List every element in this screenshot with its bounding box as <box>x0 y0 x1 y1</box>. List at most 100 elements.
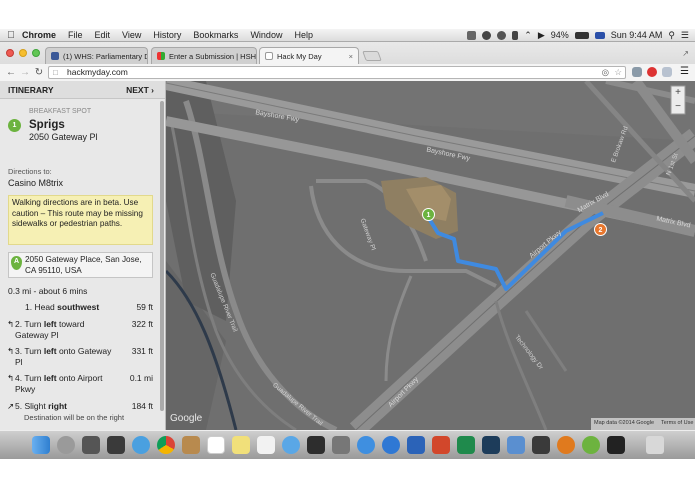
battery-percent[interactable]: 94% <box>551 30 569 40</box>
vlc-icon[interactable] <box>557 436 575 454</box>
sublime-icon[interactable] <box>532 436 550 454</box>
sync-icon[interactable] <box>482 30 492 40</box>
beta-warning: Walking directions are in beta. Use caut… <box>8 195 153 245</box>
itinerary-sidebar: ITINERARY NEXT › 1 BREAKFAST SPOT Sprigs… <box>0 81 166 430</box>
tab-whs[interactable]: (1) WHS: Parliamentary De × <box>45 47 148 64</box>
tab-hackmyday[interactable]: Hack My Day × <box>259 47 359 64</box>
photo-booth-icon[interactable] <box>332 436 350 454</box>
menu-icon[interactable]: ☰ <box>680 66 689 77</box>
menu-bookmarks[interactable]: Bookmarks <box>193 30 238 40</box>
turn-left-icon: ↰ <box>7 319 15 329</box>
step-number: 3. <box>15 346 23 356</box>
macos-dock <box>0 430 695 459</box>
spot-name: Sprigs <box>29 119 65 131</box>
map-view[interactable]: Bayshore Fwy Bayshore Fwy Matrix Blvd Ma… <box>166 81 695 430</box>
tab-title: Hack My Day <box>277 51 322 61</box>
step-text: 5. Slight right <box>15 401 119 412</box>
sidebar-scrollbar[interactable] <box>160 101 164 411</box>
excel-icon[interactable] <box>457 436 475 454</box>
itinerary-header: ITINERARY NEXT › <box>0 81 165 99</box>
extension-icon[interactable] <box>662 67 672 77</box>
reload-icon[interactable]: ↻ <box>32 67 46 78</box>
page-icon <box>265 52 273 60</box>
browser-toolbar: ← → ↻ □ hackmyday.com ◎ ☆ ☰ <box>0 64 695 81</box>
system-preferences-icon[interactable] <box>57 436 75 454</box>
clock[interactable]: Sun 9:44 AM <box>611 30 663 40</box>
turn-left-icon: ↰ <box>7 346 15 356</box>
xcode-icon[interactable] <box>507 436 525 454</box>
step-pre: Turn <box>24 346 44 356</box>
google-logo[interactable]: Google <box>170 413 202 424</box>
menu-history[interactable]: History <box>153 30 181 40</box>
menu-app-chrome[interactable]: Chrome <box>22 30 56 40</box>
terminal-icon[interactable] <box>607 436 625 454</box>
menu-view[interactable]: View <box>122 30 141 40</box>
minimize-window-icon[interactable] <box>19 49 27 57</box>
step-text: 4. Turn left onto Airport Pkwy <box>15 373 119 395</box>
notification-icon[interactable]: ☰ <box>681 30 689 41</box>
calendar-icon[interactable] <box>207 436 225 454</box>
new-tab-button[interactable] <box>362 51 382 61</box>
zoom-out-button[interactable]: − <box>671 100 685 114</box>
contacts-icon[interactable] <box>182 436 200 454</box>
directions-label: Directions to: <box>8 167 52 176</box>
spot-address: 2050 Gateway Pl <box>29 132 98 142</box>
apple-menu-icon[interactable]:  <box>0 30 22 41</box>
chrome-icon[interactable] <box>157 436 175 454</box>
bookmark-star-icon[interactable]: ☆ <box>614 67 622 78</box>
time-machine-icon[interactable] <box>497 30 507 40</box>
spotify-icon[interactable] <box>582 436 600 454</box>
notes-icon[interactable] <box>232 436 250 454</box>
flag-icon[interactable] <box>594 31 605 39</box>
step-number: 1. <box>25 302 33 312</box>
map-marker-start[interactable]: 1 <box>422 208 435 221</box>
forward-icon[interactable]: → <box>18 67 32 78</box>
start-address: 2050 Gateway Place, San Jose, CA 95110, … <box>25 255 142 275</box>
app-store-icon[interactable] <box>382 436 400 454</box>
menu-help[interactable]: Help <box>294 30 313 40</box>
close-window-icon[interactable] <box>6 49 14 57</box>
map-marker-a-icon: A <box>11 256 22 270</box>
step-number: 5. <box>15 401 23 411</box>
terms-link[interactable]: Terms of Use <box>661 420 693 426</box>
menu-file[interactable]: File <box>68 30 83 40</box>
map-marker-end[interactable]: 2 <box>594 223 607 236</box>
zoom-window-icon[interactable] <box>32 49 40 57</box>
spot-badge: 1 <box>8 119 21 132</box>
turn-left-icon: ↰ <box>7 373 15 383</box>
adblock-icon[interactable] <box>647 67 657 77</box>
messages-icon[interactable] <box>282 436 300 454</box>
menu-edit[interactable]: Edit <box>95 30 111 40</box>
bluetooth-icon[interactable] <box>512 30 519 40</box>
step-distance: 59 ft <box>136 302 153 312</box>
reminders-icon[interactable] <box>257 436 275 454</box>
close-tab-icon[interactable]: × <box>349 52 353 61</box>
back-icon[interactable]: ← <box>4 67 18 78</box>
spotlight-icon[interactable]: ⚲ <box>668 30 675 41</box>
volume-icon[interactable]: ▶ <box>538 30 545 41</box>
wifi-icon[interactable]: ⌃ <box>524 30 532 41</box>
battery-icon[interactable] <box>574 31 589 39</box>
dropbox-icon[interactable] <box>467 30 477 40</box>
itunes-icon[interactable] <box>357 436 375 454</box>
launchpad-icon[interactable] <box>82 436 100 454</box>
next-button[interactable]: NEXT › <box>126 85 154 95</box>
finder-icon[interactable] <box>32 436 50 454</box>
fullscreen-icon[interactable]: ↗ <box>682 49 689 58</box>
location-icon[interactable]: ◎ <box>602 67 609 78</box>
safari-icon[interactable] <box>132 436 150 454</box>
step-pre: Turn <box>24 319 44 329</box>
trash-icon[interactable] <box>646 436 664 454</box>
word-icon[interactable] <box>407 436 425 454</box>
address-bar[interactable]: □ hackmyday.com ◎ ☆ <box>48 66 626 79</box>
browser-chrome: (1) WHS: Parliamentary De × Enter a Subm… <box>0 42 695 81</box>
extension-icon[interactable] <box>632 67 642 77</box>
powerpoint-icon[interactable] <box>432 436 450 454</box>
dashboard-icon[interactable] <box>107 436 125 454</box>
facetime-icon[interactable] <box>307 436 325 454</box>
menu-window[interactable]: Window <box>250 30 282 40</box>
photoshop-icon[interactable] <box>482 436 500 454</box>
itinerary-title: ITINERARY <box>8 85 54 95</box>
zoom-in-button[interactable]: + <box>671 86 685 100</box>
tab-submission[interactable]: Enter a Submission | HSHa × <box>151 47 257 64</box>
